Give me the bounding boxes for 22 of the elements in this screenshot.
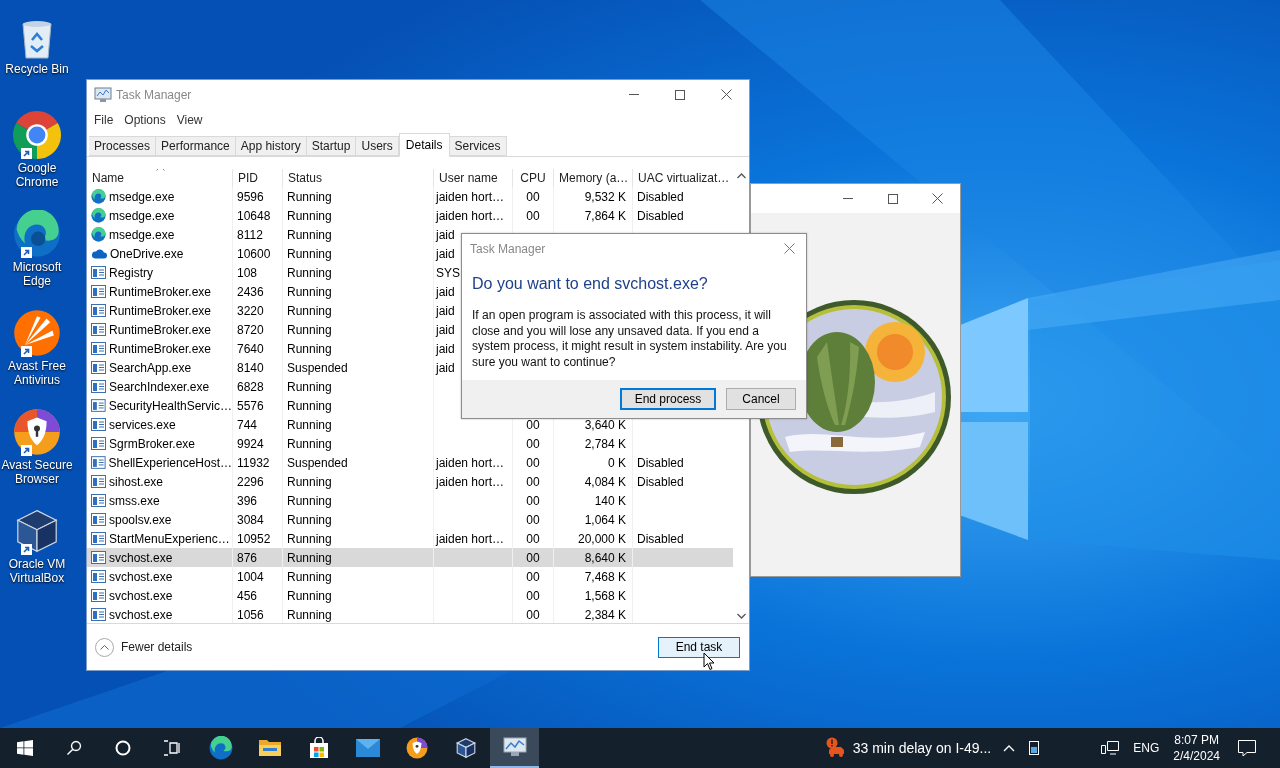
- car-alert-icon: [824, 737, 847, 759]
- secure-browser-icon: [405, 737, 428, 759]
- edge-icon: [208, 736, 233, 760]
- clock-date: 2/4/2024: [1173, 748, 1220, 764]
- language-indicator[interactable]: ENG: [1133, 739, 1160, 757]
- taskbar-button[interactable]: [490, 728, 539, 768]
- task-view-icon: [162, 740, 181, 756]
- circle-icon: [114, 740, 131, 756]
- shopping-bag-icon: [307, 737, 330, 759]
- windows-logo-icon: [16, 740, 33, 756]
- virtualbox-icon: [454, 737, 477, 759]
- mail-icon: [355, 739, 380, 757]
- clock-time: 8:07 PM: [1174, 732, 1219, 748]
- clock[interactable]: 8:07 PM 2/4/2024: [1173, 732, 1220, 764]
- network-icon[interactable]: [1101, 741, 1120, 755]
- notification-icon[interactable]: [1238, 739, 1256, 757]
- search-icon: [65, 740, 82, 756]
- battery-icon[interactable]: [1029, 741, 1040, 755]
- folder-icon: [257, 738, 282, 758]
- chevron-up-icon[interactable]: [1003, 744, 1016, 752]
- task-manager-icon: [502, 737, 527, 757]
- news-button[interactable]: 33 min delay on I-49...: [824, 728, 1000, 768]
